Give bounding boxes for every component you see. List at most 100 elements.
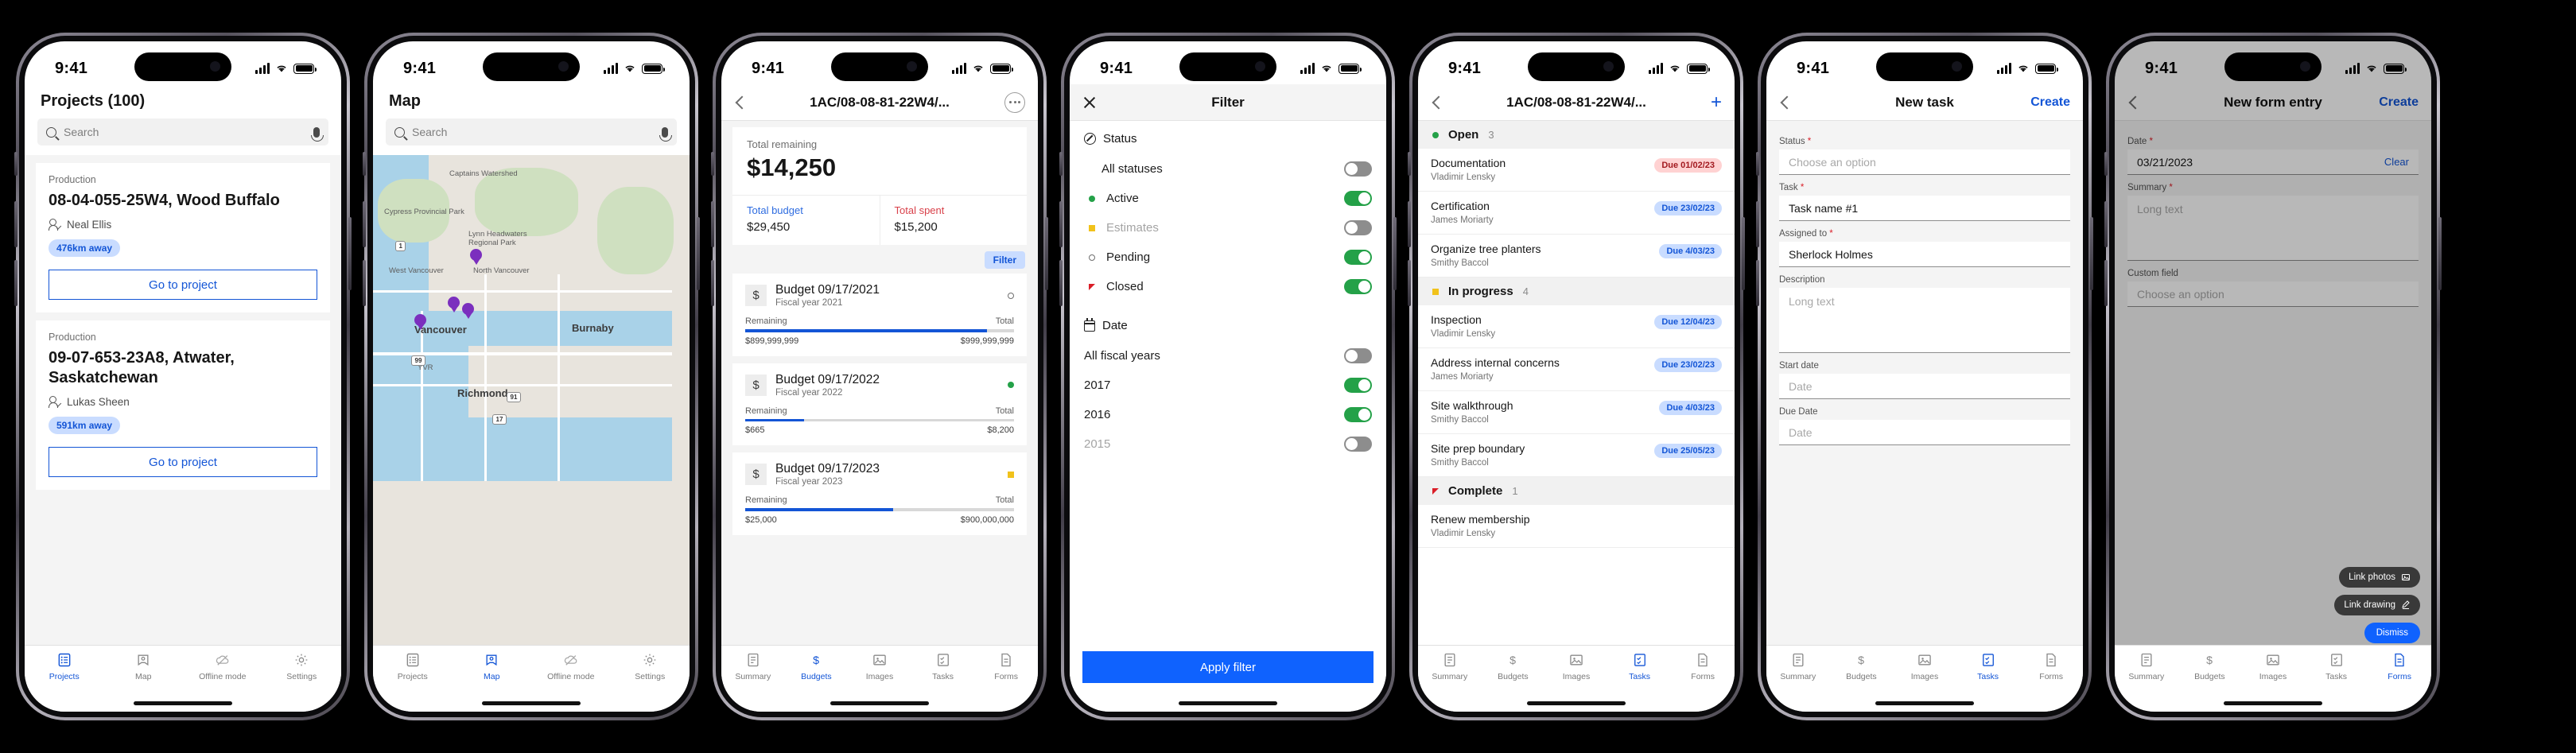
go-to-project-button[interactable]: Go to project — [49, 270, 317, 300]
filter-row-2017[interactable]: 2017 — [1070, 371, 1386, 400]
toggle-estimates[interactable] — [1344, 220, 1372, 235]
tab-tasks[interactable]: Tasks — [1608, 652, 1672, 681]
mute-switch[interactable] — [1756, 152, 1759, 176]
tab-offline-mode[interactable]: Offline mode — [531, 652, 611, 681]
filter-row-2015[interactable]: 2015 — [1070, 429, 1386, 459]
mute-switch[interactable] — [711, 152, 714, 176]
power-button[interactable] — [1742, 217, 1745, 290]
tab-images[interactable]: Images — [2241, 652, 2305, 681]
power-button[interactable] — [2438, 217, 2442, 290]
tab-budgets[interactable]: $ Budgets — [1830, 652, 1894, 681]
new-task-form[interactable]: Status * Choose an option Task * Task na… — [1766, 121, 2083, 645]
dismiss-button[interactable]: Dismiss — [2364, 623, 2420, 643]
link-photos-button[interactable]: Link photos — [2339, 567, 2420, 588]
go-to-project-button[interactable]: Go to project — [49, 447, 317, 477]
toggle-closed[interactable] — [1344, 279, 1372, 294]
task-name-input[interactable]: Task name #1 — [1779, 196, 2070, 221]
toggle-2017[interactable] — [1344, 378, 1372, 393]
filter-row-pending[interactable]: Pending — [1070, 243, 1386, 272]
description-textarea[interactable]: Long text — [1779, 288, 2070, 353]
volume-up-button[interactable] — [711, 201, 714, 247]
task-row[interactable]: Site prep boundary Smithy Baccol Due 25/… — [1418, 434, 1735, 477]
tab-settings[interactable]: Settings — [262, 652, 342, 681]
more-options-icon[interactable] — [1004, 91, 1025, 113]
tab-tasks[interactable]: Tasks — [911, 652, 975, 681]
tab-budgets[interactable]: $ Budgets — [785, 652, 849, 681]
filter-row-2016[interactable]: 2016 — [1070, 400, 1386, 429]
volume-up-button[interactable] — [363, 201, 366, 247]
filter-row-active[interactable]: Active — [1070, 184, 1386, 213]
volume-up-button[interactable] — [1408, 201, 1411, 247]
task-group-header-in-progress[interactable]: In progress 4 — [1418, 278, 1735, 305]
project-card[interactable]: Production 09-07-653-23A8, Atwater, Sask… — [36, 320, 330, 490]
task-group-header-open[interactable]: Open 3 — [1418, 121, 1735, 149]
tab-bar[interactable]: Summary $ Budgets Images Tasks Forms — [1418, 645, 1735, 694]
back-button[interactable] — [1432, 95, 1446, 109]
power-button[interactable] — [2090, 217, 2093, 290]
create-button[interactable]: Create — [2030, 95, 2070, 110]
tab-forms[interactable]: Forms — [2019, 652, 2083, 681]
volume-down-button[interactable] — [1408, 260, 1411, 306]
power-button[interactable] — [697, 217, 700, 290]
filter-row-closed[interactable]: Closed — [1070, 272, 1386, 301]
back-button[interactable] — [1780, 95, 1794, 109]
mute-switch[interactable] — [1408, 152, 1411, 176]
mute-switch[interactable] — [1059, 152, 1063, 176]
mute-switch[interactable] — [14, 152, 17, 176]
task-row[interactable]: Inspection Vladimir Lensky Due 12/04/23 — [1418, 305, 1735, 348]
map-canvas[interactable]: Captains Watershed Cypress Provincial Pa… — [373, 155, 690, 645]
volume-down-button[interactable] — [1059, 260, 1063, 306]
tab-tasks[interactable]: Tasks — [2305, 652, 2368, 681]
filter-button[interactable]: Filter — [984, 251, 1025, 269]
budget-row[interactable]: $ Budget 09/17/2023 Fiscal year 2023 Rem… — [732, 452, 1027, 535]
tab-settings[interactable]: Settings — [611, 652, 690, 681]
microphone-icon[interactable] — [311, 126, 324, 142]
filter-row-all-statuses[interactable]: All statuses — [1070, 154, 1386, 184]
budgets-scroll[interactable]: Total remaining $14,250 Total budget $29… — [721, 121, 1038, 645]
projects-list[interactable]: Production 08-04-055-25W4, Wood Buffalo … — [25, 155, 341, 645]
close-icon[interactable] — [1082, 95, 1097, 110]
tab-bar[interactable]: Summary $ Budgets Images Tasks Forms — [2115, 645, 2431, 694]
filter-row-all-fiscal-years[interactable]: All fiscal years — [1070, 341, 1386, 371]
tab-bar[interactable]: Summary $ Budgets Images Tasks Forms — [721, 645, 1038, 694]
tab-map[interactable]: Map — [453, 652, 532, 681]
mute-switch[interactable] — [363, 152, 366, 176]
power-button[interactable] — [1045, 217, 1048, 290]
volume-down-button[interactable] — [363, 260, 366, 306]
volume-down-button[interactable] — [711, 260, 714, 306]
task-row[interactable]: Documentation Vladimir Lensky Due 01/02/… — [1418, 149, 1735, 192]
volume-up-button[interactable] — [2104, 201, 2108, 247]
status-select[interactable]: Choose an option — [1779, 149, 2070, 175]
task-group-header-complete[interactable]: Complete 1 — [1418, 477, 1735, 505]
tasks-list[interactable]: Open 3 Documentation Vladimir Lensky Due… — [1418, 121, 1735, 645]
project-card[interactable]: Production 08-04-055-25W4, Wood Buffalo … — [36, 163, 330, 312]
link-drawing-button[interactable]: Link drawing — [2334, 595, 2420, 615]
task-row[interactable]: Site walkthrough Smithy Baccol Due 4/03/… — [1418, 391, 1735, 434]
tab-bar[interactable]: Summary $ Budgets Images Tasks Forms — [1766, 645, 2083, 694]
tab-map[interactable]: Map — [104, 652, 184, 681]
toggle-all-fiscal-years[interactable] — [1344, 348, 1372, 363]
budget-row[interactable]: $ Budget 09/17/2021 Fiscal year 2021 Rem… — [732, 274, 1027, 356]
map-project-pin[interactable] — [462, 303, 474, 319]
volume-down-button[interactable] — [1756, 260, 1759, 306]
tab-tasks[interactable]: Tasks — [1956, 652, 2020, 681]
search-input[interactable]: Search — [386, 118, 677, 146]
volume-up-button[interactable] — [14, 201, 17, 247]
apply-filter-button[interactable]: Apply filter — [1082, 651, 1373, 683]
microphone-icon[interactable] — [659, 126, 672, 142]
tab-forms[interactable]: Forms — [1671, 652, 1735, 681]
tab-forms[interactable]: Forms — [2368, 652, 2431, 681]
tab-summary[interactable]: Summary — [721, 652, 785, 681]
tab-images[interactable]: Images — [1544, 652, 1608, 681]
due-date-input[interactable]: Date — [1779, 420, 2070, 445]
task-row[interactable]: Certification James Moriarty Due 23/02/2… — [1418, 192, 1735, 235]
search-input[interactable]: Search — [37, 118, 328, 146]
volume-down-button[interactable] — [2104, 260, 2108, 306]
task-row[interactable]: Organize tree planters Smithy Baccol Due… — [1418, 235, 1735, 278]
assigned-to-input[interactable]: Sherlock Holmes — [1779, 242, 2070, 267]
budget-row[interactable]: $ Budget 09/17/2022 Fiscal year 2022 Rem… — [732, 363, 1027, 445]
volume-up-button[interactable] — [1059, 201, 1063, 247]
tab-images[interactable]: Images — [848, 652, 911, 681]
power-button[interactable] — [348, 217, 352, 290]
toggle-2015[interactable] — [1344, 437, 1372, 452]
